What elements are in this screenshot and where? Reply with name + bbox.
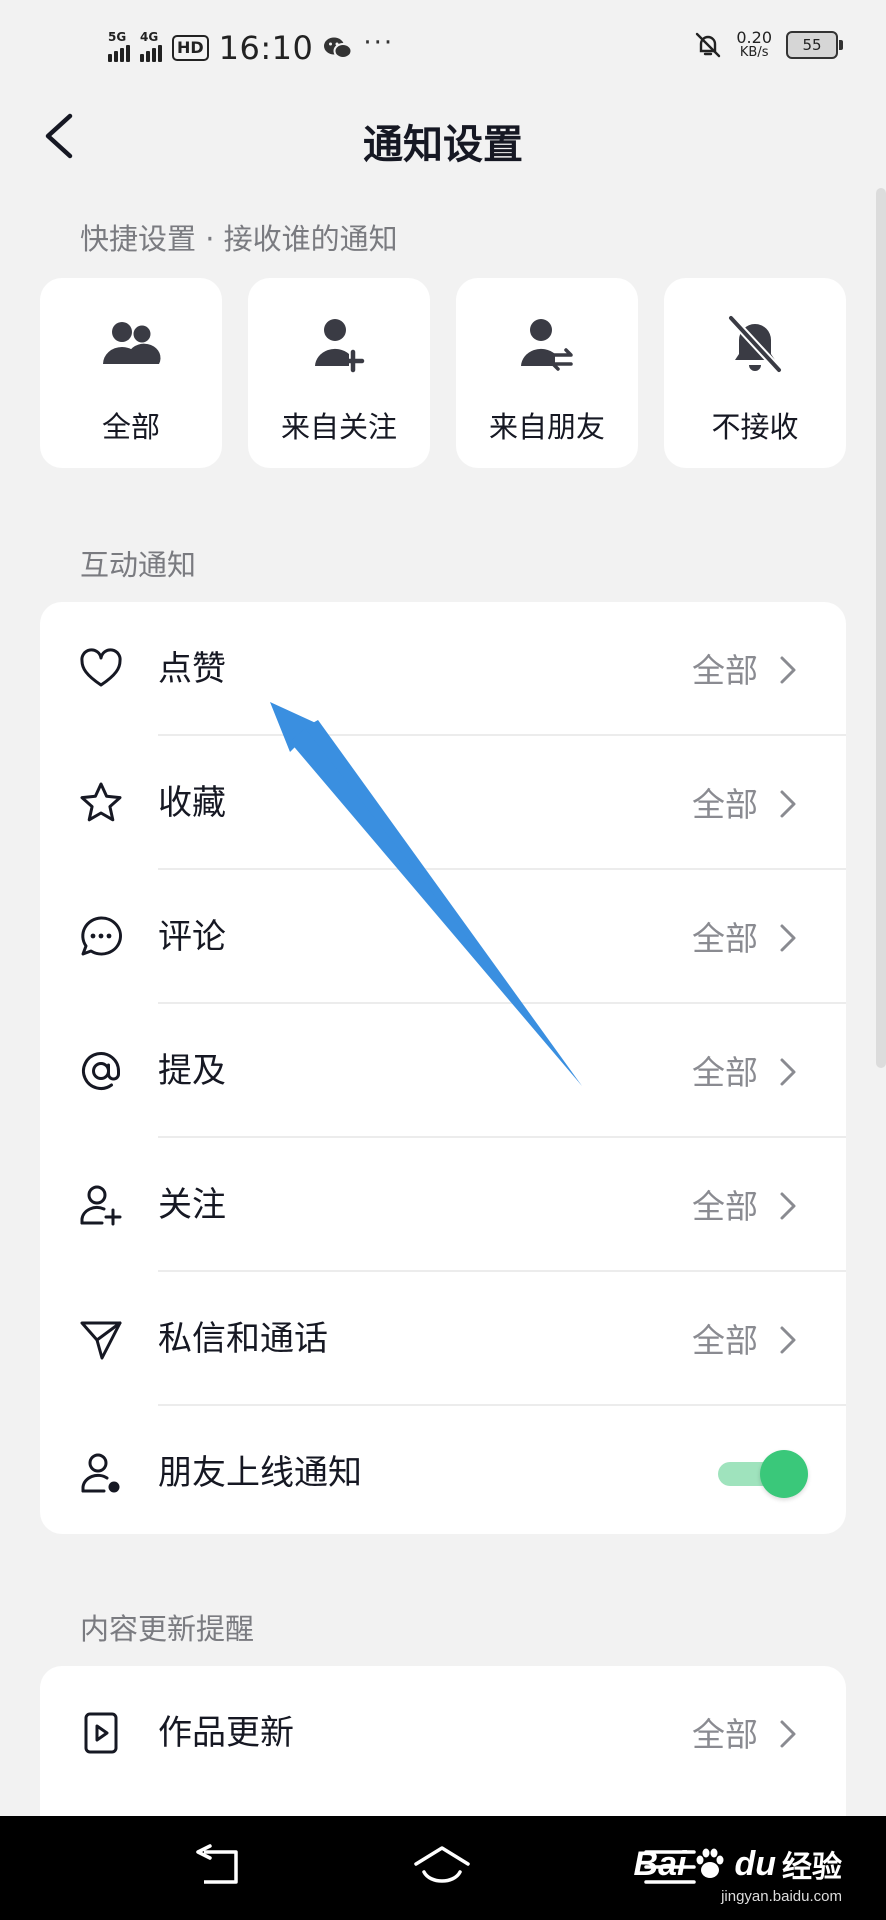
- quick-card-friends[interactable]: 来自朋友: [456, 278, 638, 468]
- quick-card-following[interactable]: 来自关注: [248, 278, 430, 468]
- system-home-button[interactable]: [410, 1842, 474, 1892]
- network-speed: 0.20 KB/s: [736, 28, 772, 61]
- user-add-icon: [315, 319, 365, 373]
- heart-icon: [80, 648, 122, 687]
- video-icon: [84, 1712, 118, 1754]
- system-back-button[interactable]: [190, 1842, 254, 1892]
- status-bar: 5G 4G HD 16:10 ··· 0.20 KB/s 55: [0, 0, 886, 96]
- interaction-settings-list: 点赞 全部 收藏 全部 评论 全部 提及 全部 关注 全部 私信和通话 全部 朋…: [40, 602, 846, 1534]
- chevron-right-icon: [780, 656, 796, 684]
- setting-value: 全部: [692, 1715, 758, 1754]
- setting-row-comments[interactable]: 评论 全部: [40, 870, 846, 1004]
- setting-row-mentions[interactable]: 提及 全部: [40, 1004, 846, 1138]
- setting-row-follows[interactable]: 关注 全部: [40, 1138, 846, 1272]
- more-notifications-icon: ···: [363, 28, 395, 58]
- setting-row-works-update[interactable]: 作品更新 全部: [40, 1666, 846, 1800]
- send-icon: [80, 1321, 122, 1360]
- setting-label: 收藏: [158, 783, 226, 823]
- chevron-right-icon: [780, 1192, 796, 1220]
- scrollbar[interactable]: [876, 188, 886, 1068]
- at-icon: [82, 1052, 120, 1090]
- bell-off-icon: [727, 314, 783, 374]
- setting-label: 关注: [158, 1185, 226, 1225]
- setting-value: 全部: [692, 651, 758, 690]
- quick-card-label: 全部: [101, 410, 160, 444]
- bell-mute-icon: [696, 32, 721, 58]
- setting-row-messages-calls[interactable]: 私信和通话 全部: [40, 1272, 846, 1406]
- signal-5g-icon: 5G: [108, 30, 130, 62]
- quick-card-label: 来自关注: [280, 410, 397, 444]
- baidu-paw-icon: [696, 1848, 724, 1878]
- quick-card-label: 来自朋友: [488, 410, 605, 444]
- home-icon: [414, 1846, 470, 1883]
- quick-settings-cards: 全部 来自关注 来自朋友 不接收: [40, 278, 846, 468]
- setting-value: 全部: [692, 919, 758, 958]
- setting-label: 评论: [158, 917, 226, 957]
- system-navigation-bar: Bai du 经验 jingyan.baidu.com: [0, 1816, 886, 1920]
- setting-row-likes[interactable]: 点赞 全部: [40, 602, 846, 736]
- setting-label: 私信和通话: [158, 1319, 328, 1359]
- chevron-right-icon: [780, 1326, 796, 1354]
- signal-4g-icon: 4G: [140, 30, 162, 62]
- setting-value: 全部: [692, 1321, 758, 1360]
- friend-online-toggle[interactable]: [718, 1448, 808, 1498]
- interaction-section-label: 互动通知: [80, 548, 197, 582]
- setting-value: 全部: [692, 1187, 758, 1226]
- back-arrow-icon: [196, 1844, 238, 1884]
- user-swap-icon: [521, 319, 573, 371]
- setting-value: 全部: [692, 785, 758, 824]
- hd-voice-icon: HD: [172, 35, 209, 61]
- content-updates-section-label: 内容更新提醒: [80, 1612, 255, 1646]
- quick-settings-label: 快捷设置 · 接收谁的通知: [80, 222, 398, 256]
- chevron-right-icon: [780, 924, 796, 952]
- wechat-icon: [324, 37, 353, 59]
- toggle-knob: [760, 1450, 808, 1498]
- star-icon: [80, 782, 122, 822]
- setting-label: 点赞: [158, 649, 226, 689]
- comment-icon: [81, 916, 122, 956]
- quick-card-none[interactable]: 不接收: [664, 278, 846, 468]
- chevron-right-icon: [780, 1720, 796, 1748]
- battery-indicator: 55: [786, 31, 843, 59]
- content-updates-settings-list: 作品更新 全部: [40, 1666, 846, 1816]
- status-time: 16:10: [218, 29, 314, 67]
- quick-card-label: 不接收: [711, 410, 799, 444]
- user-online-icon: [81, 1453, 120, 1493]
- setting-label: 提及: [158, 1051, 226, 1091]
- chevron-right-icon: [780, 1058, 796, 1086]
- setting-row-friend-online: 朋友上线通知: [40, 1406, 846, 1534]
- nav-bar: 通知设置: [0, 96, 886, 176]
- user-plus-icon: [80, 1185, 122, 1226]
- setting-row-favorites[interactable]: 收藏 全部: [40, 736, 846, 870]
- setting-value: 全部: [692, 1053, 758, 1092]
- quick-card-all[interactable]: 全部: [40, 278, 222, 468]
- baidu-jingyan-watermark: Bai du 经验 jingyan.baidu.com: [633, 1844, 842, 1906]
- setting-label: 作品更新: [158, 1713, 294, 1753]
- chevron-right-icon: [780, 790, 796, 818]
- setting-label: 朋友上线通知: [158, 1453, 362, 1493]
- page-title: 通知设置: [363, 122, 523, 168]
- people-icon: [103, 322, 161, 364]
